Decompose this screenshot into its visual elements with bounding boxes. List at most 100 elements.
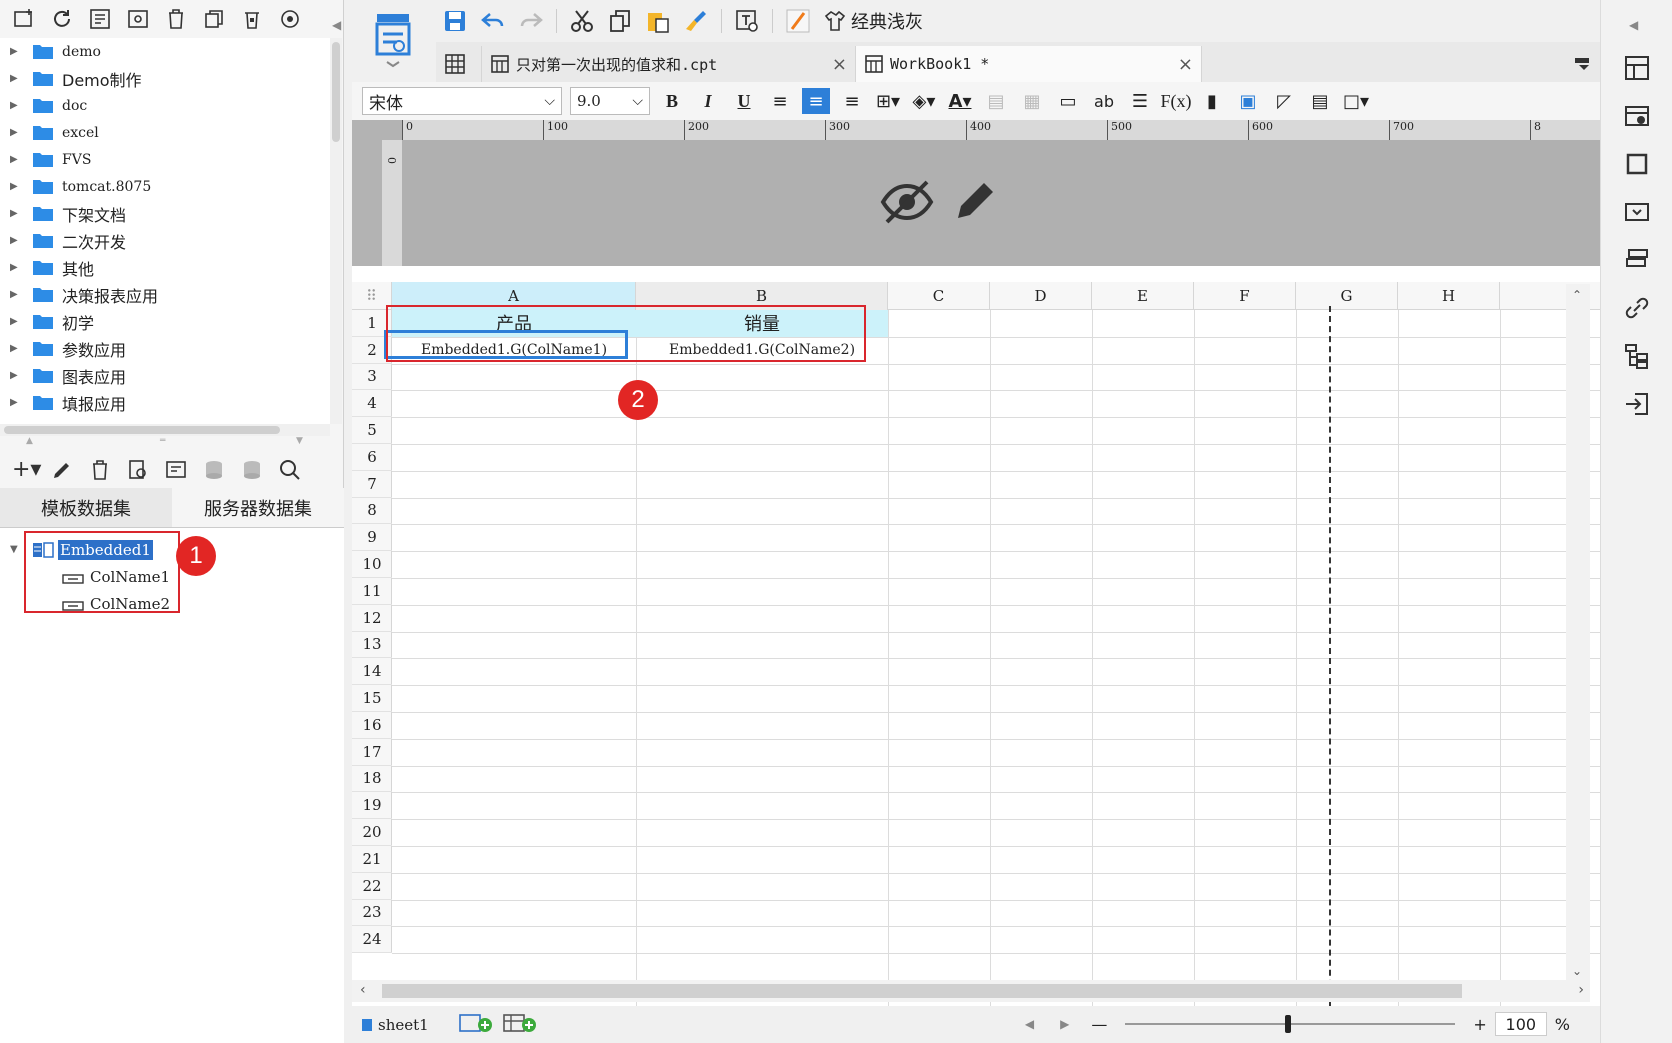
font-size-select[interactable]: 9.0 ⌵ (570, 87, 650, 115)
expand-arrow-icon[interactable]: ▶ (10, 343, 32, 354)
hide-eye-icon[interactable] (879, 178, 935, 226)
db-remove-icon[interactable] (240, 458, 264, 482)
row-header[interactable]: 9 (352, 524, 392, 552)
expand-arrow-icon[interactable]: ▶ (10, 46, 32, 57)
edit-pencil-icon[interactable] (950, 176, 1000, 226)
report-logo-icon[interactable] (352, 0, 434, 80)
delete-icon[interactable] (164, 7, 188, 31)
file-tree-item[interactable]: ▶ 其他 (0, 254, 330, 281)
file-tree-item[interactable]: ▶ 图表应用 (0, 362, 330, 389)
file-tree-item[interactable]: ▶ 二次开发 (0, 227, 330, 254)
row-header[interactable]: 12 (352, 605, 392, 632)
brush-icon[interactable] (785, 8, 811, 34)
refresh-icon[interactable] (50, 7, 74, 31)
align-center-icon[interactable]: ≡ (802, 88, 830, 114)
row-header[interactable]: 24 (352, 926, 392, 954)
db-icon[interactable] (202, 458, 226, 482)
import-icon[interactable] (1623, 390, 1651, 418)
column-header[interactable]: C (888, 282, 990, 310)
file-tree-scrollbar[interactable] (330, 38, 342, 424)
scroll-right-icon[interactable]: ▶ (1060, 1017, 1069, 1031)
file-tree-item[interactable]: ▶ 填报应用 (0, 389, 330, 416)
locate-icon[interactable] (278, 7, 302, 31)
file-tree-item[interactable]: ▶ 下架文档 (0, 200, 330, 227)
expand-arrow-icon[interactable]: ▶ (10, 127, 32, 138)
font-family-select[interactable]: 宋体 ⌵ (362, 87, 562, 115)
subreport-icon[interactable]: ▤ (1306, 88, 1334, 114)
add-sheet-icon[interactable] (458, 1013, 493, 1037)
chart-icon[interactable]: ▮ (1198, 88, 1226, 114)
hyperlink-icon[interactable] (1623, 294, 1651, 322)
image-icon[interactable]: ▣ (1234, 88, 1262, 114)
theme-selector[interactable]: 经典浅灰 (823, 8, 923, 34)
close-icon[interactable]: × (1178, 54, 1193, 75)
expand-arrow-icon[interactable]: ▶ (10, 316, 32, 327)
underline-icon[interactable]: U (730, 88, 758, 114)
copy-icon[interactable] (202, 7, 226, 31)
template-icon[interactable] (88, 7, 112, 31)
row-header[interactable]: 8 (352, 498, 392, 525)
text-search-icon[interactable] (734, 8, 760, 34)
row-header[interactable]: 7 (352, 471, 392, 498)
collapse-left-icon[interactable]: ◀ (332, 18, 341, 32)
tab-menu-icon[interactable] (1562, 46, 1602, 82)
new-folder-icon[interactable] (12, 7, 36, 31)
zoom-value[interactable]: 100 (1494, 1012, 1547, 1036)
sheet-hscrollbar[interactable]: ‹ › (352, 980, 1590, 1002)
text-format-icon[interactable]: ab (1090, 88, 1118, 114)
italic-icon[interactable]: I (694, 88, 722, 114)
column-header[interactable]: E (1092, 282, 1194, 310)
row-header[interactable]: 23 (352, 900, 392, 927)
tab-document-2[interactable]: WorkBook1 * × (856, 46, 1202, 82)
row-header[interactable]: 6 (352, 444, 392, 471)
zoom-slider[interactable] (1125, 1015, 1456, 1033)
fill-color-icon[interactable]: ◈▾ (910, 88, 938, 114)
bold-icon[interactable]: B (658, 88, 686, 114)
sheet-tab[interactable]: sheet1 (362, 1016, 429, 1034)
row-header[interactable]: 22 (352, 873, 392, 900)
slash-icon[interactable]: ◸ (1270, 88, 1298, 114)
file-tree-item[interactable]: ▶ doc (0, 92, 330, 119)
column-header[interactable]: D (990, 282, 1092, 310)
zoom-in-button[interactable]: + (1473, 1015, 1486, 1034)
expand-arrow-icon[interactable]: ▶ (10, 154, 32, 165)
row-header[interactable]: 21 (352, 846, 392, 873)
row-header[interactable]: 16 (352, 712, 392, 739)
column-header[interactable]: H (1398, 282, 1500, 310)
unmerge-cells-icon[interactable]: ▦ (1018, 88, 1046, 114)
grid-view-icon[interactable] (436, 46, 482, 82)
text-field-icon[interactable]: ▭ (1054, 88, 1082, 114)
add-dataset-icon[interactable]: +▾ (12, 458, 41, 482)
cell-attributes-icon[interactable] (1623, 54, 1651, 82)
align-right-icon[interactable]: ≡ (838, 88, 866, 114)
condition-icon[interactable] (1623, 198, 1651, 226)
column-header[interactable]: F (1194, 282, 1296, 310)
row-header[interactable]: 17 (352, 739, 392, 766)
format-painter-icon[interactable] (683, 8, 709, 34)
expand-arrow-icon[interactable]: ▶ (10, 262, 32, 273)
row-header[interactable]: 10 (352, 551, 392, 578)
settings-folder-icon[interactable] (126, 7, 150, 31)
cell-element-icon[interactable] (1623, 102, 1651, 130)
file-tree-item[interactable]: ▶ tomcat.8075 (0, 173, 330, 200)
file-tree-item[interactable]: ▶ demo (0, 38, 330, 65)
redo-icon[interactable] (518, 8, 544, 34)
row-header[interactable]: 11 (352, 578, 392, 605)
merge-cells-icon[interactable]: ▤ (982, 88, 1010, 114)
sheet-vscrollbar[interactable]: ⌃ ⌄ (1566, 284, 1590, 984)
expand-arrow-icon[interactable]: ▶ (10, 289, 32, 300)
preview-dataset-icon[interactable] (126, 458, 150, 482)
insert-object-icon[interactable]: □▾ (1342, 88, 1370, 114)
scroll-left-icon[interactable]: ◀ (1025, 1017, 1034, 1031)
edit-icon[interactable] (50, 458, 74, 482)
row-header[interactable]: 19 (352, 792, 392, 820)
file-tree-item[interactable]: ▶ FVS (0, 146, 330, 173)
stack-icon[interactable] (1623, 246, 1651, 274)
row-header[interactable]: 15 (352, 685, 392, 712)
column-header[interactable]: G (1296, 282, 1398, 310)
align-left-icon[interactable]: ≡ (766, 88, 794, 114)
file-tree-item[interactable]: ▶ 初学 (0, 308, 330, 335)
zoom-out-button[interactable]: — (1091, 1015, 1107, 1034)
tab-server-dataset[interactable]: 服务器数据集 (172, 488, 344, 528)
save-icon[interactable] (442, 8, 468, 34)
